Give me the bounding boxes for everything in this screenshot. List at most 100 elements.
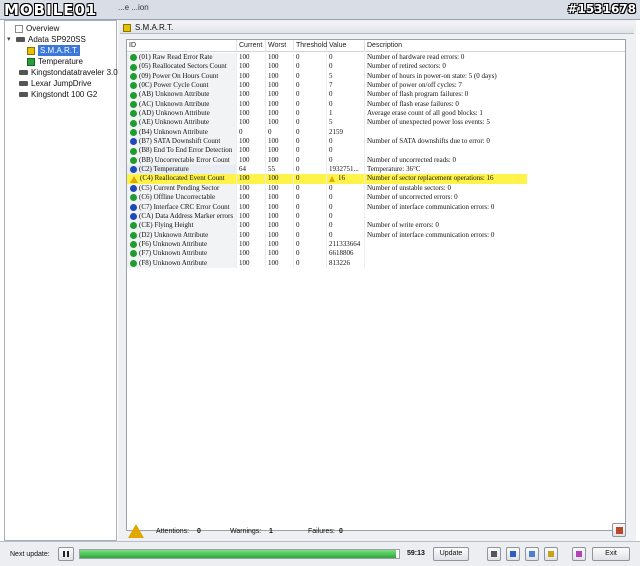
- failures-label: Failures:: [308, 528, 335, 535]
- column-header-id[interactable]: ID: [127, 40, 237, 52]
- cell-worst: 100: [266, 239, 294, 250]
- collapse-icon[interactable]: ▾: [7, 34, 13, 45]
- export-button[interactable]: [612, 523, 626, 537]
- cell-description: Average erase count of all good blocks: …: [367, 109, 483, 118]
- device-tree[interactable]: Overview ▾ Adata SP920SS S.M.A.R.T. Temp…: [4, 20, 118, 541]
- table-row[interactable]: (F8) Unknown Attribute 100 100 0 813226: [127, 258, 625, 268]
- column-header-worst[interactable]: Worst: [266, 40, 294, 52]
- attribute-name: (C2) Temperature: [139, 165, 189, 174]
- drive-icon: [19, 81, 28, 86]
- tree-item-drive[interactable]: Kingstondatatraveler 3.0: [19, 67, 118, 78]
- warnings-label: Warnings:: [230, 528, 262, 535]
- info-icon: [130, 213, 137, 221]
- cell-description: Number of flash erase failures: 0: [367, 99, 459, 108]
- cell-value: 0: [327, 146, 365, 156]
- cell-threshold: 0: [294, 165, 327, 175]
- cell-worst: 100: [266, 202, 294, 212]
- cell-worst: 100: [266, 230, 294, 240]
- cell-current: 100: [237, 230, 266, 240]
- cell-value: 0: [327, 62, 365, 72]
- cell-current: 100: [237, 183, 266, 194]
- drive-icon: [16, 37, 25, 42]
- tree-item-drive[interactable]: ▾ Adata SP920SS: [7, 34, 86, 45]
- cell-current: 100: [237, 62, 266, 72]
- column-header-threshold[interactable]: Threshold: [294, 40, 327, 52]
- table-row[interactable]: (C6) Offline Uncorrectable 100 100 0 0 Number…: [127, 193, 625, 203]
- cell-description: Number of interface communication errors…: [367, 230, 495, 239]
- cell-value: 6618806: [327, 249, 365, 259]
- cell-id: (0C) Power Cycle Count: [127, 81, 237, 91]
- cell-value: 0: [327, 99, 365, 110]
- attribute-name: (F8) Unknown Attribute: [139, 258, 208, 267]
- info-icon: [130, 166, 137, 174]
- cell-value: 0: [327, 193, 365, 203]
- table-body: (01) Raw Read Error Rate 100 100 0 0 Number o…: [127, 53, 625, 268]
- attribute-name: (B4) Unknown Attribute: [139, 127, 208, 136]
- attribute-name: (09) Power On Hours Count: [139, 71, 219, 80]
- pause-button[interactable]: [58, 547, 74, 561]
- link-button[interactable]: [544, 547, 558, 561]
- column-header-value[interactable]: Value: [327, 40, 365, 52]
- copy-button[interactable]: [525, 547, 539, 561]
- table-row[interactable]: (0C) Power Cycle Count 100 100 0 7 Number of …: [127, 81, 625, 91]
- cell-threshold: 0: [294, 53, 327, 63]
- ok-icon: [130, 110, 137, 118]
- cell-threshold: 0: [294, 109, 327, 119]
- tree-item-overview[interactable]: Overview: [15, 23, 59, 34]
- report-icon: [616, 527, 623, 534]
- save-button[interactable]: [506, 547, 520, 561]
- ok-icon: [130, 222, 137, 230]
- table-row[interactable]: (BB) Uncorrectable Error Count 100 100 0 0 Nu…: [127, 155, 625, 166]
- tree-item-smart[interactable]: S.M.A.R.T.: [27, 45, 81, 56]
- table-row[interactable]: (F7) Unknown Attribute 100 100 0 6618806: [127, 249, 625, 259]
- tree-item-drive[interactable]: Lexar JumpDrive: [19, 78, 91, 89]
- cell-worst: 100: [266, 53, 294, 63]
- ok-icon: [130, 91, 137, 99]
- cell-worst: 100: [266, 174, 294, 184]
- table-row[interactable]: (CA) Data Address Marker errors 100 100 0 0: [127, 211, 625, 222]
- table-row[interactable]: (AC) Unknown Attribute 100 100 0 0 Number of …: [127, 99, 625, 110]
- thermometer-icon: [27, 57, 35, 66]
- table-row[interactable]: (01) Raw Read Error Rate 100 100 0 0 Number o…: [127, 53, 625, 63]
- table-row[interactable]: (05) Reallocated Sectors Count 100 100 0 0 Nu…: [127, 62, 625, 72]
- table-row[interactable]: (D2) Unknown Attribute 100 100 0 0 Number of …: [127, 230, 625, 240]
- cell-id: (D2) Unknown Attribute: [127, 230, 237, 240]
- table-row[interactable]: (C2) Temperature 64 55 0 1932751... Temperatu…: [127, 165, 625, 175]
- attribute-name: (C4) Reallocated Event Count: [140, 174, 225, 183]
- table-row[interactable]: (C7) Interface CRC Error Count 100 100 0 0 Nu…: [127, 202, 625, 212]
- cell-description: Number of uncorrected reads: 0: [367, 155, 457, 164]
- cell-threshold: 0: [294, 239, 327, 250]
- attribute-name: (AD) Unknown Attribute: [139, 109, 210, 118]
- update-button[interactable]: Update: [433, 547, 469, 561]
- table-row[interactable]: (B4) Unknown Attribute 0 0 0 2159: [127, 127, 625, 138]
- cell-value: 0: [327, 90, 365, 100]
- tree-item-temperature[interactable]: Temperature: [27, 56, 83, 67]
- table-row[interactable]: (C4) Reallocated Event Count 100 100 0 16 Num…: [127, 174, 625, 184]
- cell-threshold: 0: [294, 146, 327, 156]
- column-header-description[interactable]: Description: [365, 40, 527, 52]
- tree-item-drive[interactable]: Kingstondt 100 G2: [19, 89, 97, 100]
- column-header-current[interactable]: Current: [237, 40, 266, 52]
- table-row[interactable]: (B8) End To End Error Detection 100 100 0 0: [127, 146, 625, 156]
- table-row[interactable]: (F6) Unknown Attribute 100 100 0 211333664: [127, 239, 625, 250]
- table-row[interactable]: (B7) SATA Downshift Count 100 100 0 0 Number …: [127, 137, 625, 147]
- countdown-timer: 59:13: [407, 550, 425, 557]
- exit-button[interactable]: Exit: [592, 547, 630, 561]
- smart-icon: [27, 46, 35, 55]
- download-button[interactable]: [572, 547, 586, 561]
- menu-fragment[interactable]: ...e ...ion: [118, 3, 149, 12]
- table-row[interactable]: (AE) Unknown Attribute 100 100 0 5 Number of …: [127, 118, 625, 128]
- warning-icon: [128, 524, 144, 538]
- attentions-count: 0: [197, 528, 201, 535]
- value-text: 16: [338, 174, 345, 183]
- info-icon: [130, 184, 137, 192]
- panel-title: S.M.A.R.T.: [135, 23, 174, 32]
- camera-button[interactable]: [487, 547, 501, 561]
- cell-current: 100: [237, 239, 266, 250]
- table-row[interactable]: (AB) Unknown Attribute 100 100 0 0 Number of …: [127, 90, 625, 100]
- table-row[interactable]: (09) Power On Hours Count 100 100 0 5 Number …: [127, 71, 625, 82]
- table-row[interactable]: (C5) Current Pending Sector 100 100 0 0 Numbe…: [127, 183, 625, 194]
- table-row[interactable]: (CE) Flying Height 100 100 0 0 Number of writ…: [127, 221, 625, 231]
- smart-table[interactable]: ID Current Worst Threshold Value Descrip…: [126, 39, 626, 531]
- table-row[interactable]: (AD) Unknown Attribute 100 100 0 1 Average er…: [127, 109, 625, 119]
